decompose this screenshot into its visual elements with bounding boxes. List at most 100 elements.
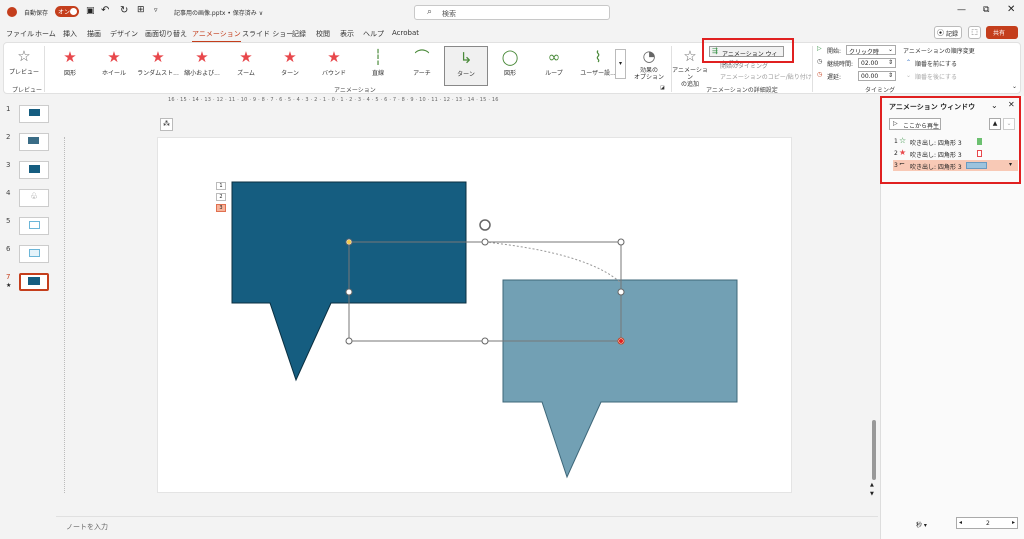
- thumb-number: 4: [6, 189, 11, 197]
- restore-icon[interactable]: ⧉: [983, 5, 989, 15]
- animation-gallery-label: 縮小および...: [184, 70, 220, 77]
- slide-thumbnail[interactable]: [19, 161, 49, 179]
- duration-stepper[interactable]: 02.00 ⇕: [858, 58, 896, 68]
- slide-thumbnail[interactable]: [19, 105, 49, 123]
- motion-path: [484, 241, 622, 284]
- scroll-up-icon[interactable]: ▲: [870, 482, 874, 488]
- animation-tag[interactable]: 1: [216, 182, 226, 190]
- thumb-number: 5: [6, 217, 11, 225]
- animation-gallery-item[interactable]: ★ ホイール: [92, 46, 136, 86]
- animation-tag[interactable]: 2: [216, 193, 226, 201]
- tab-slideshow[interactable]: スライド ショー: [242, 29, 293, 39]
- save-icon[interactable]: ▣: [86, 6, 95, 16]
- slide-thumbnail[interactable]: [19, 245, 49, 263]
- animation-painter-button[interactable]: アニメーションのコピー/貼り付け: [720, 72, 812, 81]
- advanced-group-label: アニメーションの詳細設定: [706, 87, 778, 94]
- scroll-down-icon[interactable]: ▼: [870, 491, 874, 497]
- animation-gallery-item[interactable]: ★ 図形: [48, 46, 92, 86]
- animation-gallery-item[interactable]: ↳ ターン: [444, 46, 488, 86]
- slide-thumbnail[interactable]: [19, 133, 49, 151]
- vertical-ruler: [64, 137, 70, 493]
- customize-qat-icon[interactable]: ▿: [154, 6, 158, 14]
- tab-help[interactable]: ヘルプ: [363, 29, 384, 39]
- animation-gallery-item[interactable]: ◯ 図形: [488, 46, 532, 86]
- star-icon: ★: [151, 48, 165, 66]
- tab-design[interactable]: デザイン: [110, 29, 138, 39]
- loop-path-icon: ∞: [547, 48, 561, 66]
- slide-canvas[interactable]: 1 2 3: [157, 137, 792, 493]
- animation-gallery-item[interactable]: ★ 縮小および...: [180, 46, 224, 86]
- record-icon: ⦿: [937, 29, 944, 37]
- notes-placeholder[interactable]: ノートを入力: [66, 522, 108, 532]
- animation-marker-icon: ★: [6, 282, 12, 289]
- undo-icon[interactable]: ↶: [101, 5, 109, 16]
- comments-icon[interactable]: ⬚: [968, 26, 981, 39]
- share-label: 共有: [993, 30, 1006, 37]
- line-path-icon: ┆: [373, 48, 383, 66]
- record-button[interactable]: ⦿ 記録: [934, 26, 962, 39]
- seconds-dropdown[interactable]: 秒 ▾: [916, 520, 927, 529]
- start-value: クリック時: [849, 49, 880, 56]
- tab-view[interactable]: 表示: [340, 29, 354, 39]
- share-button[interactable]: 共有: [986, 26, 1018, 39]
- search-box[interactable]: ⌕ 検索: [414, 5, 610, 20]
- slide-thumbnail[interactable]: [19, 217, 49, 235]
- tab-transitions[interactable]: 画面切り替え: [145, 29, 187, 39]
- tab-insert[interactable]: 挿入: [63, 29, 77, 39]
- minimize-icon[interactable]: —: [957, 5, 966, 15]
- animation-gallery-label: 図形: [63, 70, 76, 77]
- move-later-button[interactable]: 順番を後にする: [915, 72, 957, 81]
- animation-gallery-item[interactable]: ⌇ ユーザー設...: [576, 46, 620, 86]
- animation-gallery-label: 直線: [371, 70, 384, 77]
- ribbon: ☆ プレビュー プレビュー ★ 図形 ★ ホイール ★ ランダムスト... ★ 縮小および..…: [3, 42, 1021, 94]
- path-start-point: [347, 240, 351, 244]
- animation-gallery-item[interactable]: ★ ターン: [268, 46, 312, 86]
- divider: [44, 46, 45, 92]
- tab-acrobat[interactable]: Acrobat: [392, 29, 419, 37]
- callout-icon: [28, 277, 40, 285]
- autosave-toggle[interactable]: オン: [55, 6, 79, 17]
- move-earlier-button[interactable]: 順番を前にする: [915, 59, 957, 68]
- present-icon[interactable]: ⊞: [137, 5, 145, 15]
- start-select[interactable]: クリック時 ⌄: [846, 45, 896, 56]
- dialog-launcher-icon[interactable]: ◪: [660, 85, 665, 91]
- gallery-scroll-button[interactable]: ▾: [615, 49, 626, 79]
- redo-icon[interactable]: ↻: [120, 5, 128, 16]
- animation-gallery-label: ユーザー設...: [580, 70, 616, 77]
- animation-gallery-item[interactable]: ⌒ アーチ: [400, 46, 444, 86]
- animation-gallery-item[interactable]: ∞ ループ: [532, 46, 576, 86]
- delay-stepper[interactable]: 00.00 ⇕: [858, 71, 896, 81]
- accessibility-button[interactable]: ⁂: [160, 118, 173, 131]
- file-title[interactable]: 記事用の画像.pptx • 保存済み ∨: [174, 8, 263, 17]
- animation-gallery-item[interactable]: ★ ランダムスト...: [136, 46, 180, 86]
- slide-thumbnail-selected[interactable]: [19, 273, 49, 291]
- animation-gallery-item[interactable]: ★ ズーム: [224, 46, 268, 86]
- tab-review[interactable]: 校閲: [316, 29, 330, 39]
- tab-home[interactable]: ホーム: [35, 29, 56, 39]
- tab-record[interactable]: 記録: [292, 29, 306, 39]
- vertical-scrollbar[interactable]: [872, 420, 876, 480]
- effect-options-button[interactable]: ◔ 効果の オプション: [630, 45, 668, 85]
- divider: [812, 46, 813, 92]
- collapse-ribbon-icon[interactable]: ⌄: [1012, 83, 1017, 90]
- delay-label: 遅延:: [827, 74, 842, 81]
- preview-button[interactable]: ☆ プレビュー: [6, 45, 42, 85]
- animation-gallery-label: アーチ: [413, 70, 431, 77]
- animation-gallery-item[interactable]: ┆ 直線: [356, 46, 400, 86]
- slide-thumbnail[interactable]: ♧: [19, 189, 49, 207]
- animation-tag-selected[interactable]: 3: [216, 204, 226, 212]
- tab-animations[interactable]: アニメーション: [192, 29, 241, 43]
- star-icon: ★: [195, 48, 209, 66]
- animation-gallery-item[interactable]: ★ バウンド: [312, 46, 356, 86]
- close-icon[interactable]: ✕: [1007, 4, 1015, 15]
- tab-file[interactable]: ファイル: [6, 29, 34, 39]
- notes-bar[interactable]: ノートを入力: [56, 516, 878, 539]
- autosave-label: 自動保存: [24, 10, 49, 17]
- move-earlier-icon[interactable]: ⌃: [906, 59, 911, 66]
- tab-draw[interactable]: 描画: [87, 29, 101, 39]
- ribbon-tabs: ファイル ホーム 挿入 描画 デザイン 画面切り替え アニメーション スライド …: [0, 24, 1024, 43]
- delay-value: 00.00: [861, 73, 879, 80]
- timeline-scroller[interactable]: ◂ 2 ▸: [956, 517, 1018, 529]
- start-label: 開始:: [827, 48, 842, 55]
- move-later-icon[interactable]: ⌄: [906, 72, 911, 79]
